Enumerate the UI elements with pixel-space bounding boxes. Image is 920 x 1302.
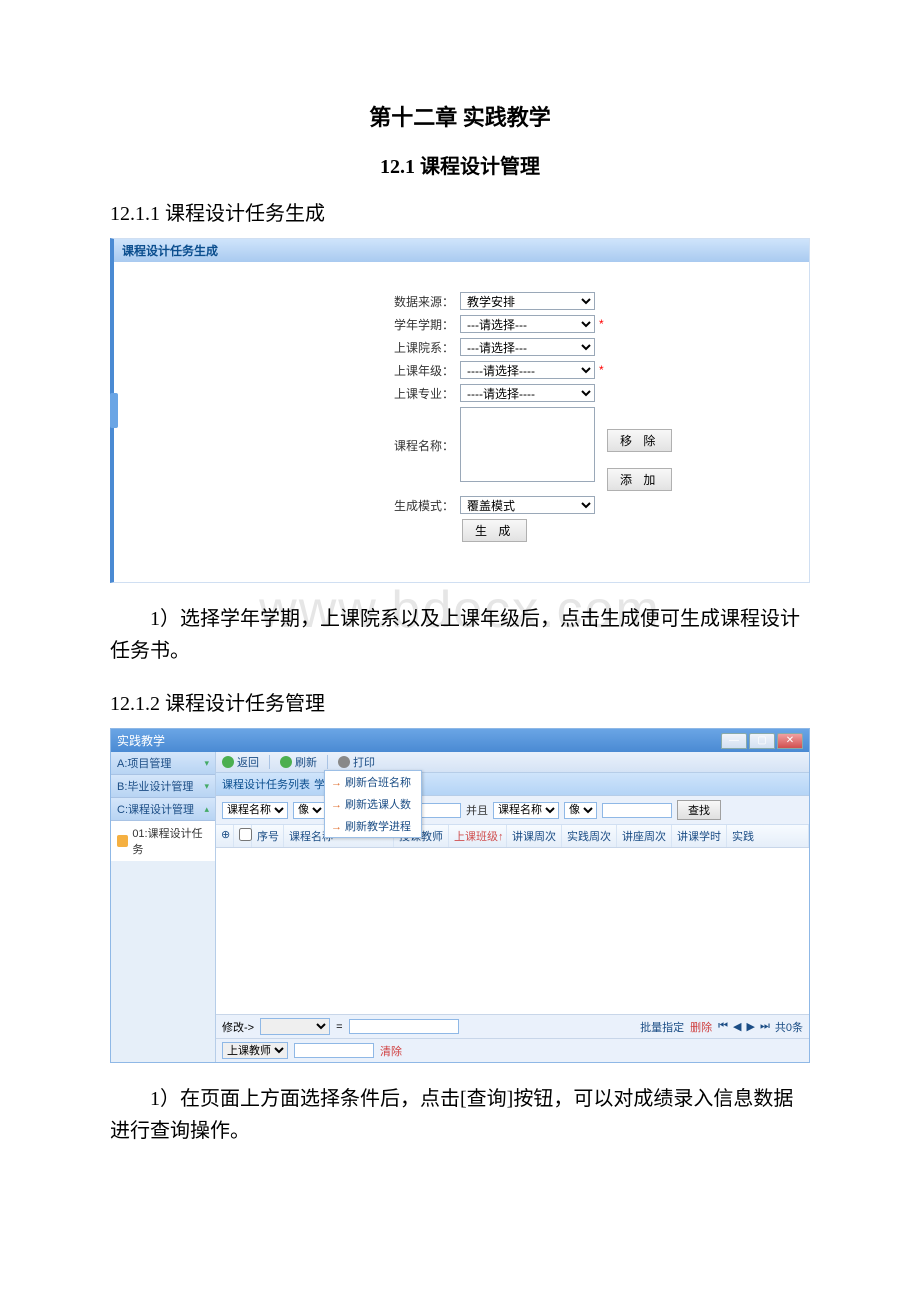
col-seminar-week[interactable]: 讲座周次 [617, 825, 672, 847]
select-mode[interactable]: 覆盖模式 [460, 496, 595, 514]
panel-title: 课程设计任务生成 [114, 239, 809, 262]
teacher-field[interactable]: 上课教师 [222, 1042, 288, 1059]
filter-op-2[interactable]: 像 [564, 802, 597, 819]
window-title: 实践教学 [117, 732, 165, 749]
folder-icon [117, 835, 128, 847]
subsection-2-title: 12.1.2 课程设计任务管理 [110, 687, 840, 716]
generate-button[interactable]: 生 成 [462, 519, 527, 542]
grid-header: ⊕ 序号 课程名称 授课教师 上课班级↑ 讲课周次 实践周次 讲座周次 讲课学时… [216, 825, 809, 848]
modify-label: 修改-> [222, 1019, 254, 1035]
select-dept[interactable]: ---请选择--- [460, 338, 595, 356]
grid-checkbox-all[interactable] [234, 825, 252, 847]
refresh-dropdown: →刷新合班名称 →刷新选课人数 →刷新教学进程 [324, 770, 422, 838]
teacher-value[interactable] [294, 1043, 374, 1058]
chevron-down-icon: ▾ [204, 758, 209, 769]
print-button[interactable]: 打印 [338, 754, 375, 770]
chevron-up-icon: ▴ [204, 804, 209, 815]
list-panel-header: 课程设计任务列表 学年 [216, 773, 809, 796]
sidebar-item-c[interactable]: C:课程设计管理▴ [111, 798, 215, 821]
maximize-button[interactable]: ▢ [749, 733, 775, 749]
screenshot-task-generate: 课程设计任务生成 数据来源： 教学安排 学年学期： ---请选择--- * 上课… [110, 238, 810, 583]
filter-field-2[interactable]: 课程名称 [493, 802, 559, 819]
back-button[interactable]: 返回 [222, 754, 259, 770]
label-course: 课程名称： [384, 437, 454, 454]
pager: ⏮ ◀ ▶ ⏭ 共0条 [718, 1019, 803, 1035]
window-titlebar: 实践教学 — ▢ ✕ [111, 729, 809, 752]
remove-button[interactable]: 移 除 [607, 429, 672, 452]
toolbar-divider [269, 755, 270, 769]
col-practice-hour[interactable]: 实践 [727, 825, 809, 847]
section-title: 12.1 课程设计管理 [80, 150, 840, 179]
filter-bar: 课程名称 像 并且 课程名称 像 查找 [216, 796, 809, 825]
sidebar-item-b[interactable]: B:毕业设计管理▾ [111, 775, 215, 798]
grid-body [216, 848, 809, 1014]
screenshot-task-manage: 实践教学 — ▢ ✕ A:项目管理▾ B:毕业设计管理▾ C:课程设计管理▴ 0… [110, 728, 810, 1063]
dropdown-item-progress[interactable]: →刷新教学进程 [325, 815, 421, 837]
toolbar-divider [327, 755, 328, 769]
label-dept: 上课院系： [384, 339, 454, 356]
filter-and-label: 并且 [466, 802, 488, 818]
refresh-icon [280, 756, 292, 768]
sidebar-subitem-label: 01:课程设计任务 [132, 825, 209, 857]
sidebar: A:项目管理▾ B:毕业设计管理▾ C:课程设计管理▴ 01:课程设计任务 [111, 752, 216, 1062]
arrow-icon: → [331, 799, 342, 811]
minimize-button[interactable]: — [721, 733, 747, 749]
dropdown-item-classname[interactable]: →刷新合班名称 [325, 771, 421, 793]
page-count: 共0条 [775, 1019, 803, 1035]
add-button[interactable]: 添 加 [607, 468, 672, 491]
label-source: 数据来源： [384, 293, 454, 310]
listbox-course[interactable] [460, 407, 595, 482]
page-first-icon[interactable]: ⏮ [718, 1020, 728, 1033]
col-lecture-week[interactable]: 讲课周次 [507, 825, 562, 847]
filter-field-1[interactable]: 课程名称 [222, 802, 288, 819]
toolbar: 返回 刷新 打印 →刷新合班名称 →刷新选课人数 →刷新教学进程 [216, 752, 809, 773]
filter-value-2[interactable] [602, 803, 672, 818]
arrow-icon: → [331, 821, 342, 833]
label-grade: 上课年级： [384, 362, 454, 379]
col-practice-week[interactable]: 实践周次 [562, 825, 617, 847]
select-grade[interactable]: ----请选择---- [460, 361, 595, 379]
required-star: * [599, 363, 604, 377]
footer-modify-row: 修改-> = 批量指定 删除 ⏮ ◀ ▶ ⏭ 共0条 [216, 1014, 809, 1038]
page-last-icon[interactable]: ⏭ [760, 1020, 770, 1033]
select-term[interactable]: ---请选择--- [460, 315, 595, 333]
sidebar-subitem-c1[interactable]: 01:课程设计任务 [111, 821, 215, 861]
sidebar-item-a[interactable]: A:项目管理▾ [111, 752, 215, 775]
col-seq[interactable]: 序号 [252, 825, 284, 847]
required-star: * [599, 317, 604, 331]
close-button[interactable]: ✕ [777, 733, 803, 749]
page-next-icon[interactable]: ▶ [747, 1020, 755, 1033]
modify-value[interactable] [349, 1019, 459, 1034]
chevron-down-icon: ▾ [204, 781, 209, 792]
paragraph-2: 1）在页面上方面选择条件后，点击[查询]按钮，可以对成绩录入信息数据进行查询操作… [110, 1083, 810, 1147]
delete-link[interactable]: 删除 [690, 1019, 712, 1035]
col-class[interactable]: 上课班级↑ [449, 825, 507, 847]
eq-label: = [336, 1021, 342, 1033]
clear-link[interactable]: 清除 [380, 1043, 402, 1059]
batch-assign-link[interactable]: 批量指定 [640, 1019, 684, 1035]
refresh-button[interactable]: 刷新 [280, 754, 317, 770]
modify-field[interactable] [260, 1018, 330, 1035]
select-source[interactable]: 教学安排 [460, 292, 595, 310]
sidebar-drag-handle[interactable] [110, 393, 118, 428]
label-major: 上课专业： [384, 385, 454, 402]
col-lecture-hour[interactable]: 讲课学时 [672, 825, 727, 847]
paragraph-1: 1）选择学年学期，上课院系以及上课年级后，点击生成便可生成课程设计任务书。 [110, 603, 810, 667]
dropdown-item-enroll[interactable]: →刷新选课人数 [325, 793, 421, 815]
subsection-1-title: 12.1.1 课程设计任务生成 [110, 197, 840, 226]
grid-expand-icon[interactable]: ⊕ [216, 825, 234, 847]
label-term: 学年学期： [384, 316, 454, 333]
panel-title-prefix: 课程设计任务列表 [222, 776, 310, 792]
page-prev-icon[interactable]: ◀ [733, 1020, 741, 1033]
footer-teacher-row: 上课教师 清除 [216, 1038, 809, 1062]
chapter-title: 第十二章 实践教学 [80, 100, 840, 132]
arrow-icon: → [331, 777, 342, 789]
filter-op-1[interactable]: 像 [293, 802, 326, 819]
find-button[interactable]: 查找 [677, 800, 721, 820]
select-major[interactable]: ----请选择---- [460, 384, 595, 402]
back-icon [222, 756, 234, 768]
print-icon [338, 756, 350, 768]
label-mode: 生成模式： [384, 497, 454, 514]
